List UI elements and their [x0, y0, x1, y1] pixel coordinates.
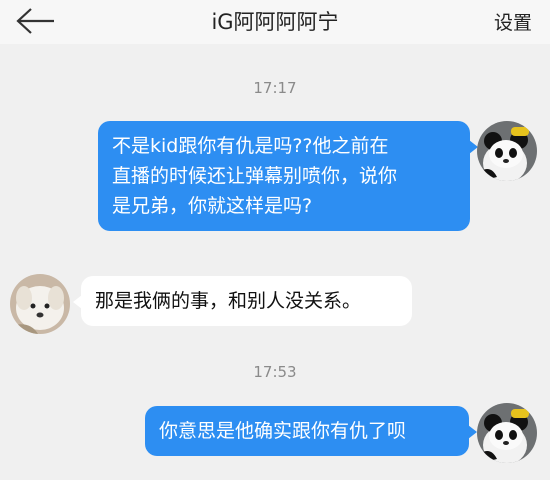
chat-title: iG阿阿阿阿宁	[211, 10, 339, 34]
panda-avatar-icon	[477, 121, 537, 181]
panda-avatar-icon	[477, 403, 537, 463]
outgoing-message-bubble[interactable]: 不是kid跟你有仇是吗??他之前在 直播的时候还让弹幕别喷你，说你 是兄弟，你就…	[98, 121, 470, 231]
dog-avatar-icon	[10, 274, 70, 334]
bubble-tail	[468, 425, 477, 439]
self-avatar[interactable]	[477, 403, 537, 463]
other-avatar[interactable]	[10, 274, 70, 334]
back-button[interactable]	[14, 6, 58, 36]
self-avatar[interactable]	[477, 121, 537, 181]
timestamp: 17:17	[253, 79, 297, 97]
timestamp: 17:53	[253, 363, 297, 381]
outgoing-message-bubble[interactable]: 你意思是他确实跟你有仇了呗	[145, 406, 469, 456]
settings-button[interactable]: 设置	[494, 8, 532, 35]
back-arrow-icon	[16, 8, 54, 34]
chat-header: iG阿阿阿阿宁 设置	[0, 0, 550, 44]
incoming-message-bubble[interactable]: 那是我俩的事，和别人没关系。	[81, 276, 412, 326]
